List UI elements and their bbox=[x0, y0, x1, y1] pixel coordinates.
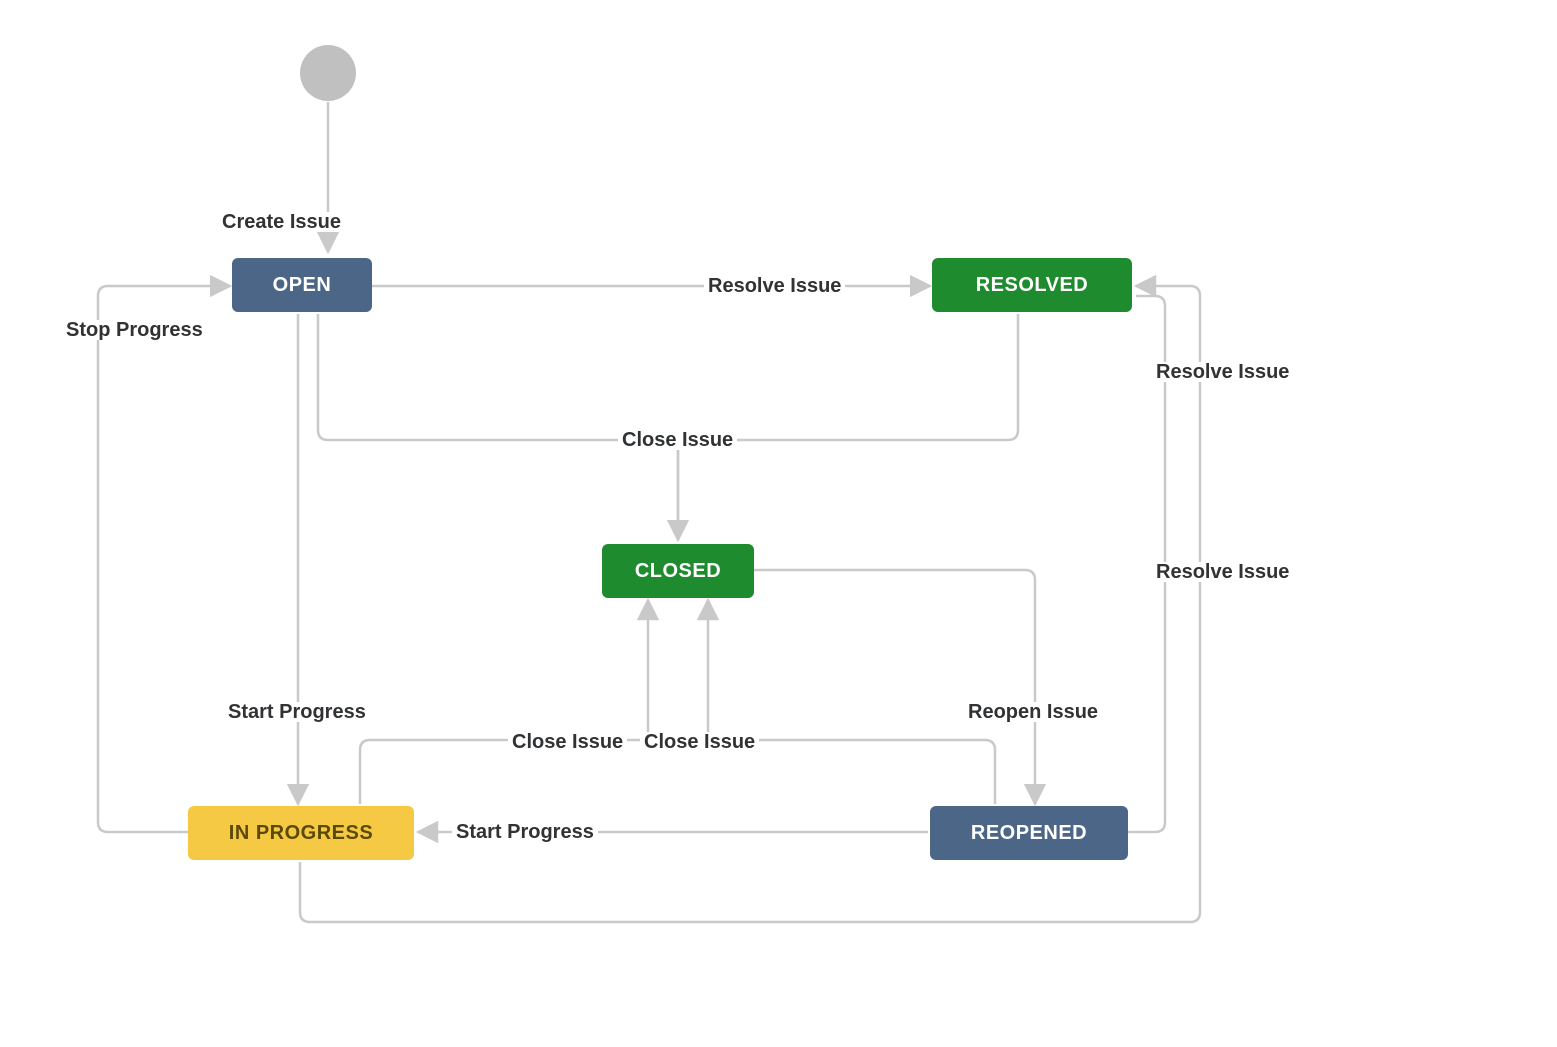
label-reopened-resolve: Resolve Issue bbox=[1152, 562, 1293, 582]
state-in-progress-label: IN PROGRESS bbox=[229, 822, 373, 845]
edge-resolved-close bbox=[678, 314, 1018, 540]
label-start-progress: Start Progress bbox=[224, 702, 370, 722]
label-inprog-close: Close Issue bbox=[508, 732, 627, 752]
edge-inprogress-close bbox=[360, 600, 648, 804]
workflow-diagram: OPEN RESOLVED CLOSED IN PROGRESS REOPENE… bbox=[0, 0, 1557, 1047]
label-open-close: Close Issue bbox=[618, 430, 737, 450]
diagram-edges bbox=[0, 0, 1557, 1047]
state-reopened: REOPENED bbox=[930, 806, 1128, 860]
state-reopened-label: REOPENED bbox=[971, 822, 1087, 845]
start-node bbox=[300, 45, 356, 101]
edge-stop-progress bbox=[98, 286, 230, 832]
state-resolved: RESOLVED bbox=[932, 258, 1132, 312]
label-open-resolve: Resolve Issue bbox=[704, 276, 845, 296]
edge-reopened-close bbox=[708, 600, 995, 804]
state-open: OPEN bbox=[232, 258, 372, 312]
label-reopened-start: Start Progress bbox=[452, 822, 598, 842]
state-resolved-label: RESOLVED bbox=[976, 274, 1089, 297]
edge-open-close bbox=[318, 314, 678, 540]
state-in-progress: IN PROGRESS bbox=[188, 806, 414, 860]
label-reopened-close: Close Issue bbox=[640, 732, 759, 752]
state-closed: CLOSED bbox=[602, 544, 754, 598]
label-closed-reopen: Reopen Issue bbox=[964, 702, 1102, 722]
label-stop-progress: Stop Progress bbox=[62, 320, 207, 340]
state-closed-label: CLOSED bbox=[635, 560, 721, 583]
label-inprog-resolve: Resolve Issue bbox=[1152, 362, 1293, 382]
state-open-label: OPEN bbox=[273, 274, 332, 297]
edge-closed-reopen bbox=[752, 570, 1035, 804]
label-create-issue: Create Issue bbox=[218, 212, 345, 232]
